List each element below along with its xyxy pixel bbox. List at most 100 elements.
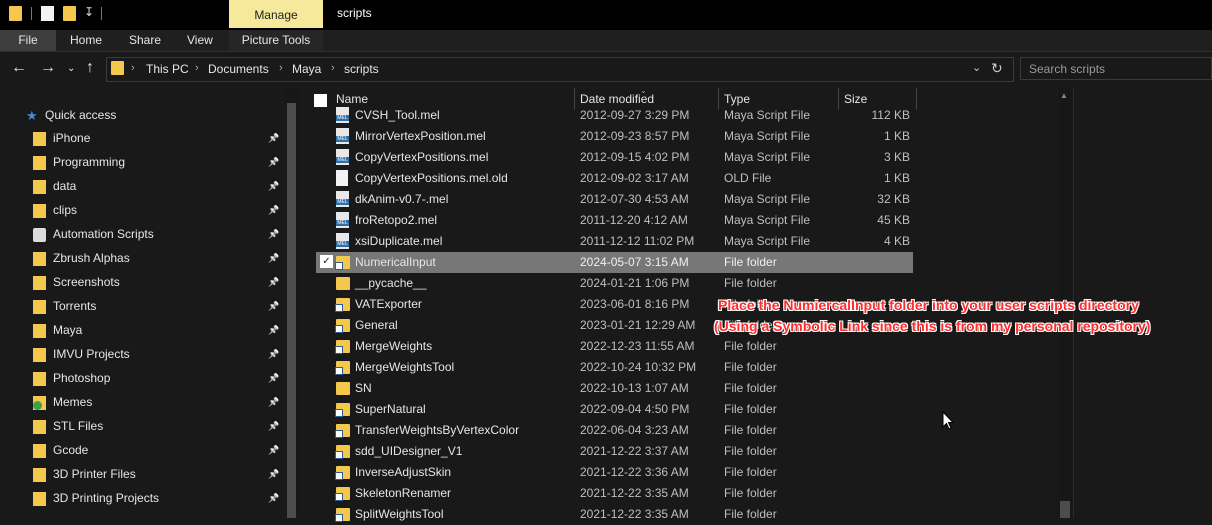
chevron-down-icon[interactable]: ⌄ (67, 63, 75, 74)
folder-icon (33, 156, 46, 170)
file-row[interactable]: ✓ NumericalInput 2024-05-07 3:15 AM File fo… (316, 252, 913, 273)
scroll-up-icon[interactable]: ▲ (1060, 91, 1068, 100)
chevron-right-icon[interactable]: › (195, 62, 199, 74)
search-input[interactable] (1020, 57, 1212, 80)
file-row[interactable]: InverseAdjustSkin 2021-12-22 3:36 AM File … (316, 462, 913, 483)
sidebar-item[interactable]: 3D Printer Files 📌 (0, 463, 282, 487)
properties-icon[interactable] (41, 6, 54, 21)
chevron-right-icon[interactable]: › (331, 62, 335, 74)
pin-icon[interactable]: 📌 (268, 181, 279, 192)
divider[interactable] (916, 88, 917, 110)
up-arrow-icon[interactable]: ↑ (86, 59, 94, 77)
column-header-type[interactable]: Type (724, 92, 750, 106)
file-row[interactable]: sdd_UIDesigner_V1 2021-12-22 3:37 AM File … (316, 441, 913, 462)
pin-icon[interactable]: 📌 (268, 349, 279, 360)
pin-icon[interactable]: 📌 (268, 229, 279, 240)
chevron-down-icon[interactable]: ↧ (84, 5, 94, 19)
tab-file[interactable]: File (0, 30, 56, 51)
sidebar-item[interactable]: iPhone 📌 (0, 127, 282, 151)
sidebar-item[interactable]: Automation Scripts 📌 (0, 223, 282, 247)
divider (31, 7, 32, 20)
file-row[interactable]: TransferWeightsByVertexColor 2022-06-04 3… (316, 420, 913, 441)
file-row[interactable]: SN 2022-10-13 1:07 AM File folder (316, 378, 913, 399)
chevron-down-icon[interactable]: ⌄ (972, 61, 981, 74)
sidebar-item[interactable]: Gcode 📌 (0, 439, 282, 463)
breadcrumb-scripts[interactable]: scripts (344, 62, 379, 76)
sidebar-item[interactable]: Zbrush Alphas 📌 (0, 247, 282, 271)
sidebar-item[interactable]: Torrents 📌 (0, 295, 282, 319)
symlink-folder-icon (335, 256, 350, 270)
file-row[interactable]: SplitWeightsTool 2021-12-22 3:35 AM File f… (316, 504, 913, 525)
refresh-icon[interactable]: ↻ (991, 60, 1003, 77)
sidebar-item[interactable]: data 📌 (0, 175, 282, 199)
tab-home[interactable]: Home (70, 30, 102, 51)
folder-icon (33, 204, 46, 218)
file-name: General (355, 318, 398, 332)
pin-icon[interactable]: 📌 (268, 253, 279, 264)
column-header-date[interactable]: Date modified (580, 92, 654, 106)
sidebar-item[interactable]: clips 📌 (0, 199, 282, 223)
pin-icon[interactable]: 📌 (268, 205, 279, 216)
file-row[interactable]: SuperNatural 2022-09-04 4:50 PM File folde… (316, 399, 913, 420)
row-checkbox[interactable]: ✓ (320, 255, 333, 268)
pin-icon[interactable]: 📌 (268, 445, 279, 456)
quick-access-header[interactable]: Quick access (45, 108, 116, 122)
new-folder-icon[interactable] (63, 6, 76, 21)
tab-share[interactable]: Share (129, 30, 161, 51)
sidebar-item[interactable]: Programming 📌 (0, 151, 282, 175)
column-header-name[interactable]: Name (336, 92, 368, 106)
folder-icon (33, 276, 46, 290)
pin-icon[interactable]: 📌 (268, 469, 279, 480)
sidebar-item-label: clips (53, 203, 78, 217)
file-row[interactable]: MergeWeights 2022-12-23 11:55 AM File fold… (316, 336, 913, 357)
pin-icon[interactable]: 📌 (268, 277, 279, 288)
file-row[interactable]: MEL CVSH_Tool.mel 2012-09-27 3:29 PM Maya S… (316, 105, 913, 126)
file-row[interactable]: __pycache__ 2024-01-21 1:06 PM File folder (316, 273, 913, 294)
pin-icon[interactable]: 📌 (268, 325, 279, 336)
sidebar-item[interactable]: IMVU Projects 📌 (0, 343, 282, 367)
pin-icon[interactable]: 📌 (268, 373, 279, 384)
breadcrumb-documents[interactable]: Documents (208, 62, 269, 76)
file-type: File folder (724, 402, 777, 416)
sidebar-item[interactable]: 3D Printing Projects 📌 (0, 487, 282, 511)
file-row[interactable]: MEL xsiDuplicate.mel 2011-12-12 11:02 PM Ma… (316, 231, 913, 252)
sidebar-item-label: Zbrush Alphas (53, 251, 130, 265)
pin-icon[interactable]: 📌 (268, 133, 279, 144)
pin-icon[interactable]: 📌 (268, 397, 279, 408)
file-row[interactable]: CopyVertexPositions.mel.old 2012-09-02 3:… (316, 168, 913, 189)
tab-manage[interactable]: Manage (229, 0, 323, 28)
back-arrow-icon[interactable]: ← (11, 59, 27, 77)
sidebar-scroll-thumb[interactable] (287, 103, 296, 518)
pin-icon[interactable]: 📌 (268, 157, 279, 168)
file-row[interactable]: MEL MirrorVertexPosition.mel 2012-09-23 8:… (316, 126, 913, 147)
tab-picture-tools[interactable]: Picture Tools (229, 30, 323, 51)
file-row[interactable]: MEL CopyVertexPositions.mel 2012-09-15 4:0… (316, 147, 913, 168)
folder-icon (33, 492, 46, 506)
file-date: 2023-01-21 12:29 AM (580, 318, 696, 332)
mouse-cursor-icon (942, 411, 954, 430)
forward-arrow-icon[interactable]: → (40, 59, 56, 77)
chevron-right-icon[interactable]: › (131, 62, 135, 74)
breadcrumb-this-pc[interactable]: This PC (146, 62, 189, 76)
sidebar-item[interactable]: Memes 📌 (0, 391, 282, 415)
file-row[interactable]: MergeWeightsTool 2022-10-24 10:32 PM File … (316, 357, 913, 378)
pin-icon[interactable]: 📌 (268, 493, 279, 504)
symlink-folder-icon (335, 424, 350, 438)
file-row[interactable]: MEL froRetopo2.mel 2011-12-20 4:12 AM Maya … (316, 210, 913, 231)
sidebar-item[interactable]: Photoshop 📌 (0, 367, 282, 391)
pin-icon[interactable]: 📌 (268, 421, 279, 432)
annotation-line-1: Place the NumiercalInput folder into you… (718, 297, 1139, 313)
breadcrumb-maya[interactable]: Maya (292, 62, 321, 76)
file-row[interactable]: SkeletonRenamer 2021-12-22 3:35 AM File fo… (316, 483, 913, 504)
sidebar-item[interactable]: STL Files 📌 (0, 415, 282, 439)
chevron-right-icon[interactable]: › (279, 62, 283, 74)
pin-icon[interactable]: 📌 (268, 301, 279, 312)
sidebar-item[interactable]: Maya 📌 (0, 319, 282, 343)
sidebar-item[interactable]: Screenshots 📌 (0, 271, 282, 295)
tab-view[interactable]: View (187, 30, 213, 51)
file-list-scroll-thumb[interactable] (1060, 501, 1070, 518)
column-header-size[interactable]: Size (844, 92, 867, 106)
file-type: File folder (724, 465, 777, 479)
file-size: 1 KB (883, 129, 910, 143)
file-row[interactable]: MEL dkAnim-v0.7-.mel 2012-07-30 4:53 AM May… (316, 189, 913, 210)
